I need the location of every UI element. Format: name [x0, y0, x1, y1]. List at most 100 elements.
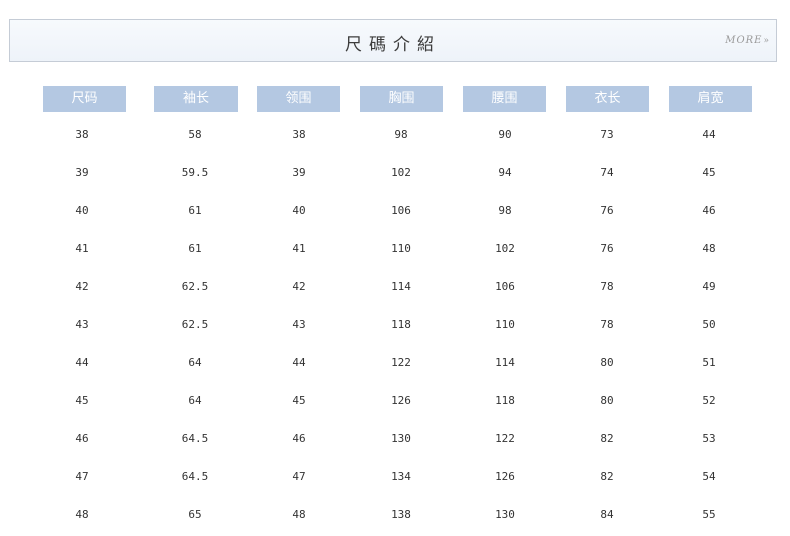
cell-shoulder: 55 [702, 508, 716, 521]
cell-shoulder: 48 [702, 242, 716, 255]
title-bar: 尺碼介紹 MORE» [9, 19, 777, 62]
cell-size: 48 [75, 508, 89, 521]
cell-length: 84 [600, 508, 614, 521]
column-header-size: 尺码 [43, 86, 126, 112]
column-header-shoulder: 肩宽 [669, 86, 752, 112]
cell-shoulder: 46 [702, 204, 716, 217]
cell-waist: 98 [498, 204, 512, 217]
cell-sleeve: 64 [188, 356, 202, 369]
cell-chest: 134 [391, 470, 411, 483]
column-header-length: 衣长 [566, 86, 649, 112]
cell-chest: 130 [391, 432, 411, 445]
cell-size: 43 [75, 318, 89, 331]
cell-size: 45 [75, 394, 89, 407]
double-chevron-down-icon: » [763, 36, 770, 46]
cell-waist: 114 [495, 356, 515, 369]
cell-sleeve: 59.5 [181, 166, 209, 179]
table-row: 45 64 45 126 118 80 52 [0, 382, 790, 420]
cell-collar: 39 [292, 166, 306, 179]
cell-sleeve: 61 [188, 204, 202, 217]
cell-chest: 118 [391, 318, 411, 331]
table-row: 41 61 41 110 102 76 48 [0, 230, 790, 268]
cell-chest: 102 [391, 166, 411, 179]
cell-shoulder: 44 [702, 128, 716, 141]
cell-waist: 106 [495, 280, 515, 293]
cell-sleeve: 58 [188, 128, 202, 141]
cell-sleeve: 65 [188, 508, 202, 521]
cell-length: 78 [600, 318, 614, 331]
cell-sleeve: 64.5 [181, 470, 209, 483]
table-body: 38 58 38 98 90 73 44 39 59.5 39 102 94 74 45 40 61 40 106… [0, 116, 790, 534]
cell-chest: 110 [391, 242, 411, 255]
cell-collar: 42 [292, 280, 306, 293]
cell-chest: 98 [394, 128, 408, 141]
cell-chest: 122 [391, 356, 411, 369]
cell-size: 47 [75, 470, 89, 483]
cell-waist: 110 [495, 318, 515, 331]
cell-waist: 90 [498, 128, 512, 141]
cell-collar: 45 [292, 394, 306, 407]
table-row: 44 64 44 122 114 80 51 [0, 344, 790, 382]
cell-collar: 46 [292, 432, 306, 445]
cell-waist: 118 [495, 394, 515, 407]
cell-length: 74 [600, 166, 614, 179]
cell-length: 80 [600, 394, 614, 407]
cell-size: 44 [75, 356, 89, 369]
cell-shoulder: 54 [702, 470, 716, 483]
more-link[interactable]: MORE» [725, 35, 770, 46]
cell-length: 78 [600, 280, 614, 293]
cell-length: 82 [600, 470, 614, 483]
table-row: 43 62.5 43 118 110 78 50 [0, 306, 790, 344]
cell-size: 46 [75, 432, 89, 445]
cell-length: 82 [600, 432, 614, 445]
column-header-waist: 腰围 [463, 86, 546, 112]
column-header-collar: 领围 [257, 86, 340, 112]
cell-shoulder: 53 [702, 432, 716, 445]
cell-waist: 122 [495, 432, 515, 445]
cell-collar: 43 [292, 318, 306, 331]
cell-chest: 126 [391, 394, 411, 407]
more-label: MORE [725, 35, 763, 46]
column-header-chest: 胸围 [360, 86, 443, 112]
cell-waist: 102 [495, 242, 515, 255]
cell-shoulder: 49 [702, 280, 716, 293]
cell-chest: 138 [391, 508, 411, 521]
table-row: 38 58 38 98 90 73 44 [0, 116, 790, 154]
cell-chest: 106 [391, 204, 411, 217]
table-row: 47 64.5 47 134 126 82 54 [0, 458, 790, 496]
cell-collar: 48 [292, 508, 306, 521]
cell-size: 40 [75, 204, 89, 217]
cell-size: 41 [75, 242, 89, 255]
column-header-sleeve: 袖长 [154, 86, 238, 112]
cell-size: 38 [75, 128, 89, 141]
table-row: 40 61 40 106 98 76 46 [0, 192, 790, 230]
cell-collar: 47 [292, 470, 306, 483]
cell-shoulder: 45 [702, 166, 716, 179]
cell-collar: 44 [292, 356, 306, 369]
table-row: 39 59.5 39 102 94 74 45 [0, 154, 790, 192]
table-row: 46 64.5 46 130 122 82 53 [0, 420, 790, 458]
cell-length: 80 [600, 356, 614, 369]
cell-sleeve: 62.5 [181, 280, 209, 293]
cell-sleeve: 61 [188, 242, 202, 255]
table-row: 48 65 48 138 130 84 55 [0, 496, 790, 534]
cell-chest: 114 [391, 280, 411, 293]
table-header-row: 尺码 袖长 领围 胸围 腰围 衣长 肩宽 [0, 86, 790, 112]
cell-length: 76 [600, 204, 614, 217]
cell-length: 73 [600, 128, 614, 141]
cell-waist: 130 [495, 508, 515, 521]
page-title: 尺碼介紹 [345, 35, 441, 55]
cell-waist: 126 [495, 470, 515, 483]
cell-sleeve: 62.5 [181, 318, 209, 331]
cell-size: 42 [75, 280, 89, 293]
cell-sleeve: 64 [188, 394, 202, 407]
cell-shoulder: 50 [702, 318, 716, 331]
cell-shoulder: 51 [702, 356, 716, 369]
cell-collar: 40 [292, 204, 306, 217]
cell-collar: 38 [292, 128, 306, 141]
cell-waist: 94 [498, 166, 512, 179]
cell-shoulder: 52 [702, 394, 716, 407]
cell-length: 76 [600, 242, 614, 255]
cell-collar: 41 [292, 242, 306, 255]
cell-sleeve: 64.5 [181, 432, 209, 445]
